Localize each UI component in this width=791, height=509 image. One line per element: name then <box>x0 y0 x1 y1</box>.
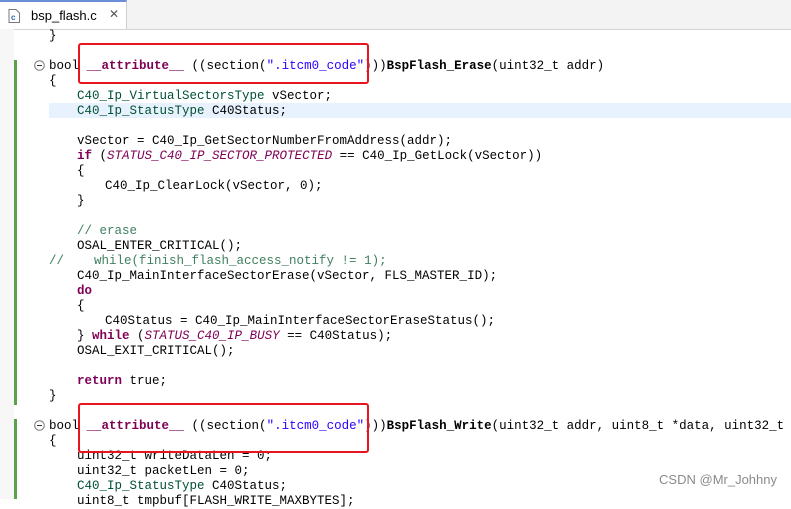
annotation-box-erase <box>78 43 369 84</box>
quick-diff-marker <box>14 60 17 405</box>
c-file-icon: c <box>8 9 20 23</box>
tab-filename: bsp_flash.c <box>31 8 97 23</box>
code-line: { <box>49 74 57 88</box>
code-line: C40_Ip_StatusType C40Status; <box>77 104 288 118</box>
fold-collapse-icon[interactable] <box>34 60 45 71</box>
code-line: } while (STATUS_C40_IP_BUSY == C40Status… <box>77 329 393 343</box>
editor-tab-bar: c bsp_flash.c ✕ <box>0 0 791 30</box>
fold-collapse-icon[interactable] <box>34 420 45 431</box>
code-line: { <box>77 164 85 178</box>
code-line: vSector = C40_Ip_GetSectorNumberFromAddr… <box>77 134 453 148</box>
code-line: OSAL_ENTER_CRITICAL(); <box>77 239 243 253</box>
code-line: C40_Ip_VirtualSectorsType vSector; <box>77 89 333 103</box>
svg-text:c: c <box>11 13 16 22</box>
quick-diff-marker <box>14 419 17 499</box>
code-line: { <box>49 434 57 448</box>
code-line: C40_Ip_StatusType C40Status; <box>77 479 288 493</box>
code-line: return true; <box>77 374 168 388</box>
code-line: uint8_t tmpbuf[FLASH_WRITE_MAXBYTES]; <box>77 494 355 508</box>
code-line: } <box>77 194 85 208</box>
code-line: C40_Ip_MainInterfaceSectorErase(vSector,… <box>77 269 498 283</box>
code-line: uint32_t packetLen = 0; <box>77 464 250 478</box>
code-line: C40Status = C40_Ip_MainInterfaceSectorEr… <box>105 314 496 328</box>
tab-bsp-flash-c[interactable]: c bsp_flash.c ✕ <box>0 0 127 29</box>
close-tab-icon[interactable]: ✕ <box>109 7 119 21</box>
code-line: C40_Ip_ClearLock(vSector, 0); <box>105 179 323 193</box>
watermark: CSDN @Mr_Johhny <box>659 472 777 487</box>
code-line: OSAL_EXIT_CRITICAL(); <box>77 344 235 358</box>
code-line: } <box>49 389 57 403</box>
code-comment: // erase <box>77 224 138 238</box>
code-line: { <box>77 299 85 313</box>
editor-gutter <box>0 29 14 499</box>
annotation-box-write <box>78 403 369 453</box>
code-line: } <box>49 29 57 43</box>
code-line: do <box>77 284 93 298</box>
code-line: if (STATUS_C40_IP_SECTOR_PROTECTED == C4… <box>77 149 543 163</box>
code-comment: // while(finish_flash_access_notify != 1… <box>49 254 387 268</box>
